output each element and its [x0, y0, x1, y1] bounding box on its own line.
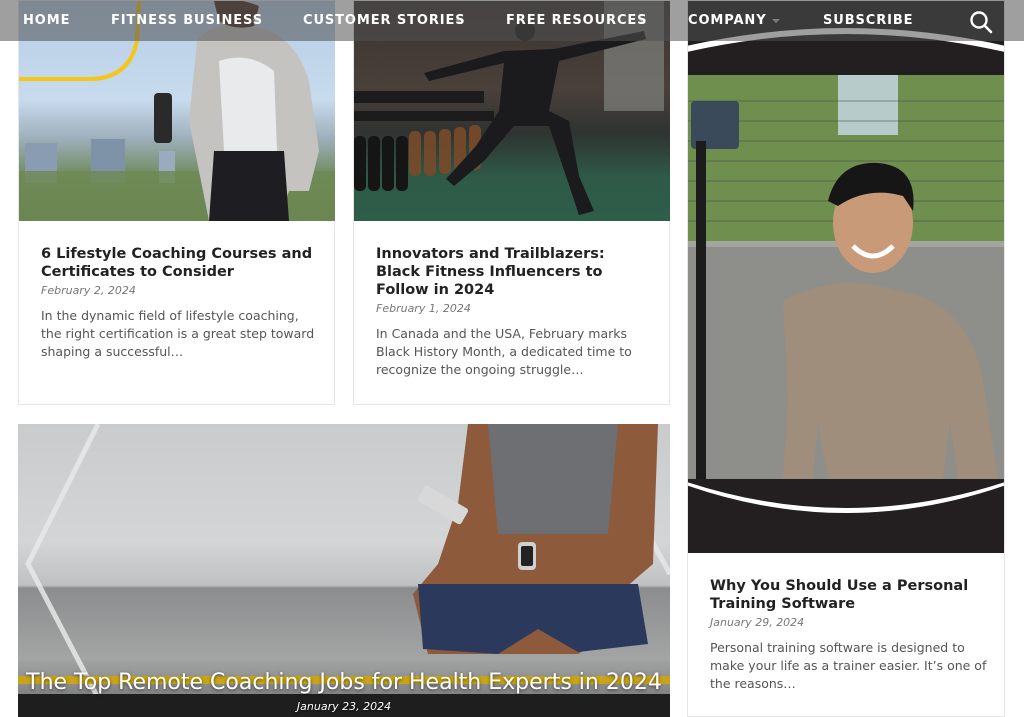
post-date: February 2, 2024: [41, 284, 136, 297]
post-body: Why You Should Use a Personal Training S…: [710, 577, 988, 693]
post-date: January 29, 2024: [710, 616, 805, 629]
featured-post-date: January 23, 2024: [296, 700, 392, 713]
nav-item-subscribe[interactable]: Subscribe: [823, 13, 913, 28]
post-excerpt: In the dynamic field of lifestyle coachi…: [41, 308, 315, 359]
post-excerpt: In Canada and the USA, February marks Bl…: [376, 326, 632, 377]
nav-item-free-resources[interactable]: Free Resources: [506, 13, 647, 28]
post-card[interactable]: Innovators and Trailblazers: Black Fitne…: [353, 0, 670, 405]
chevron-down-icon[interactable]: [638, 19, 646, 23]
featured-post-title[interactable]: The Top Remote Coaching Jobs for Health …: [18, 670, 670, 695]
blog-page: 6 Lifestyle Coaching Courses and Certifi…: [0, 0, 1024, 717]
nav-item-home[interactable]: Home: [23, 13, 70, 28]
post-date: February 1, 2024: [376, 302, 471, 315]
main-nav: Home Fitness Business Customer Stories F…: [0, 0, 1024, 41]
post-excerpt: Personal training software is designed t…: [710, 640, 987, 691]
nav-item-company[interactable]: Company: [688, 13, 767, 28]
post-card[interactable]: Why You Should Use a Personal Training S…: [687, 0, 1005, 717]
chevron-down-icon[interactable]: [772, 19, 780, 23]
post-card[interactable]: 6 Lifestyle Coaching Courses and Certifi…: [18, 0, 335, 405]
post-title[interactable]: Why You Should Use a Personal Training S…: [710, 577, 988, 613]
search-icon: [970, 11, 993, 34]
chevron-down-icon[interactable]: [252, 19, 260, 23]
post-title[interactable]: Innovators and Trailblazers: Black Fitne…: [376, 245, 653, 299]
post-image[interactable]: [688, 1, 1004, 553]
search-button[interactable]: [968, 9, 994, 35]
nav-item-customer-stories[interactable]: Customer Stories: [303, 13, 466, 28]
post-image-art: [688, 1, 1004, 553]
post-body: Innovators and Trailblazers: Black Fitne…: [376, 245, 653, 379]
post-body: 6 Lifestyle Coaching Courses and Certifi…: [41, 245, 318, 361]
nav-item-fitness-business[interactable]: Fitness Business: [111, 13, 263, 28]
chevron-down-icon[interactable]: [455, 19, 463, 23]
featured-post[interactable]: The Top Remote Coaching Jobs for Health …: [18, 424, 670, 717]
post-title[interactable]: 6 Lifestyle Coaching Courses and Certifi…: [41, 245, 318, 281]
